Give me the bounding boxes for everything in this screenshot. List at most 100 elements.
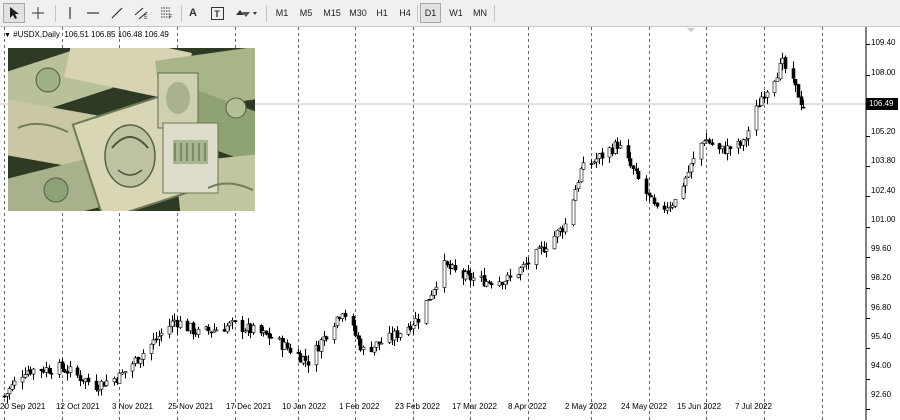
timeframe-button[interactable]: M1 xyxy=(271,3,293,23)
symbol-name: #USDX,Daily xyxy=(13,30,60,39)
candle-body-down xyxy=(264,330,269,335)
candle-body-down xyxy=(445,261,450,266)
date-tick-label: 2 May 2022 xyxy=(565,402,607,411)
candle-body-down xyxy=(306,361,311,366)
candle-body-down xyxy=(324,336,329,340)
timeframe-button[interactable]: W1 xyxy=(445,3,467,23)
candle-body-up xyxy=(775,77,780,82)
timeframe-button[interactable]: H4 xyxy=(395,3,415,23)
candle-body-up xyxy=(392,330,397,341)
candle-body-down xyxy=(487,281,492,284)
date-tick-label: 10 Jan 2022 xyxy=(282,402,327,411)
candle-body-down xyxy=(298,353,303,363)
candle-body-down xyxy=(628,158,633,167)
candle-body-up xyxy=(450,264,455,269)
candle-body-up xyxy=(544,248,549,252)
candle-body-down xyxy=(707,139,712,144)
candle-body-up xyxy=(576,182,581,189)
equidistant-channel-icon: E xyxy=(134,7,148,20)
date-tick-label: 7 Jul 2022 xyxy=(735,402,772,411)
candle-body-up xyxy=(243,330,248,333)
candle-body-down xyxy=(49,372,54,375)
candle-body-down xyxy=(647,192,652,196)
candle-body-down xyxy=(222,329,227,332)
candle-body-up xyxy=(534,249,539,265)
candle-body-up xyxy=(689,163,694,173)
symbol-info: ▼ #USDX,Daily 106.51 106.85 106.48 106.4… xyxy=(4,30,169,39)
crosshair-button[interactable] xyxy=(27,3,49,23)
text-tool-button[interactable]: A xyxy=(184,3,202,23)
fibonacci-button[interactable]: F xyxy=(156,3,178,23)
timeframe-button[interactable]: M30 xyxy=(345,3,371,23)
candle-body-down xyxy=(233,320,238,322)
candle-body-up xyxy=(521,264,526,268)
candle-body-down xyxy=(62,368,67,373)
candle-body-up xyxy=(555,229,560,238)
candle-body-up xyxy=(361,346,366,350)
toolbar-separator xyxy=(494,5,495,22)
candle-body-up xyxy=(214,329,219,332)
timeframe-button[interactable]: H1 xyxy=(372,3,392,23)
candle-body-up xyxy=(332,326,337,340)
candle-body-down xyxy=(799,96,804,106)
candle-body-down xyxy=(408,325,413,331)
text-label-icon: T xyxy=(210,6,224,20)
candle-body-up xyxy=(702,140,707,144)
candle-body-up xyxy=(12,380,17,386)
horizontal-line-button[interactable] xyxy=(83,3,103,23)
toolbar-separator xyxy=(181,5,182,22)
candle-body-down xyxy=(285,342,290,349)
vertical-line-button[interactable] xyxy=(60,3,80,23)
arrows-icon xyxy=(236,10,257,17)
trend-line-button[interactable] xyxy=(107,3,127,23)
candle-body-down xyxy=(500,282,505,286)
candle-body-down xyxy=(416,319,421,323)
candle-body-up xyxy=(516,274,521,278)
candle-body-down xyxy=(717,143,722,150)
candle-body-down xyxy=(248,323,253,334)
text-label-button[interactable]: T xyxy=(207,3,227,23)
date-tick-label: 17 Dec 2021 xyxy=(226,402,272,411)
scroll-marker-icon[interactable] xyxy=(687,28,695,32)
candle-body-up xyxy=(31,368,36,375)
candle-body-up xyxy=(188,323,193,332)
timeframe-button[interactable]: M5 xyxy=(295,3,317,23)
toolbar-separator xyxy=(417,5,418,22)
candle-body-up xyxy=(670,205,675,208)
candle-body-down xyxy=(636,170,641,179)
candle-body-down xyxy=(728,146,733,150)
candle-body-down xyxy=(209,331,214,334)
candle-body-up xyxy=(686,172,691,178)
candle-body-up xyxy=(503,281,508,285)
timeframe-button-active[interactable]: D1 xyxy=(420,3,441,23)
arrows-dropdown-button[interactable] xyxy=(232,3,260,23)
candle-body-up xyxy=(691,158,696,164)
candle-body-down xyxy=(395,330,400,338)
timeframe-button[interactable]: MN xyxy=(469,3,491,23)
price-tick-label: 105.20 xyxy=(871,127,896,136)
candle-body-up xyxy=(411,324,416,330)
candle-body-down xyxy=(358,338,363,351)
candle-body-up xyxy=(484,281,489,287)
candle-body-up xyxy=(765,91,770,98)
candle-body-up xyxy=(104,380,109,386)
price-tick-label: 95.40 xyxy=(871,332,892,341)
candle-body-down xyxy=(631,165,636,170)
candle-body-up xyxy=(581,162,586,170)
candle-body-up xyxy=(683,177,688,187)
equidistant-channel-button[interactable]: E xyxy=(131,3,153,23)
cursor-button[interactable] xyxy=(3,3,25,23)
date-tick-label: 25 Nov 2021 xyxy=(168,402,214,411)
candle-body-up xyxy=(133,357,138,364)
candle-body-up xyxy=(759,96,764,106)
candle-body-up xyxy=(681,185,686,199)
money-bills-photo xyxy=(8,48,255,211)
timeframe-button[interactable]: M15 xyxy=(319,3,345,23)
candle-body-up xyxy=(539,246,544,248)
chart-menu-triangle-icon[interactable]: ▼ xyxy=(4,32,11,39)
candle-body-up xyxy=(573,189,578,201)
candle-body-down xyxy=(489,282,494,286)
candle-body-up xyxy=(772,80,777,93)
fibonacci-retracement-icon: F xyxy=(161,7,173,20)
candle-body-down xyxy=(634,168,639,171)
